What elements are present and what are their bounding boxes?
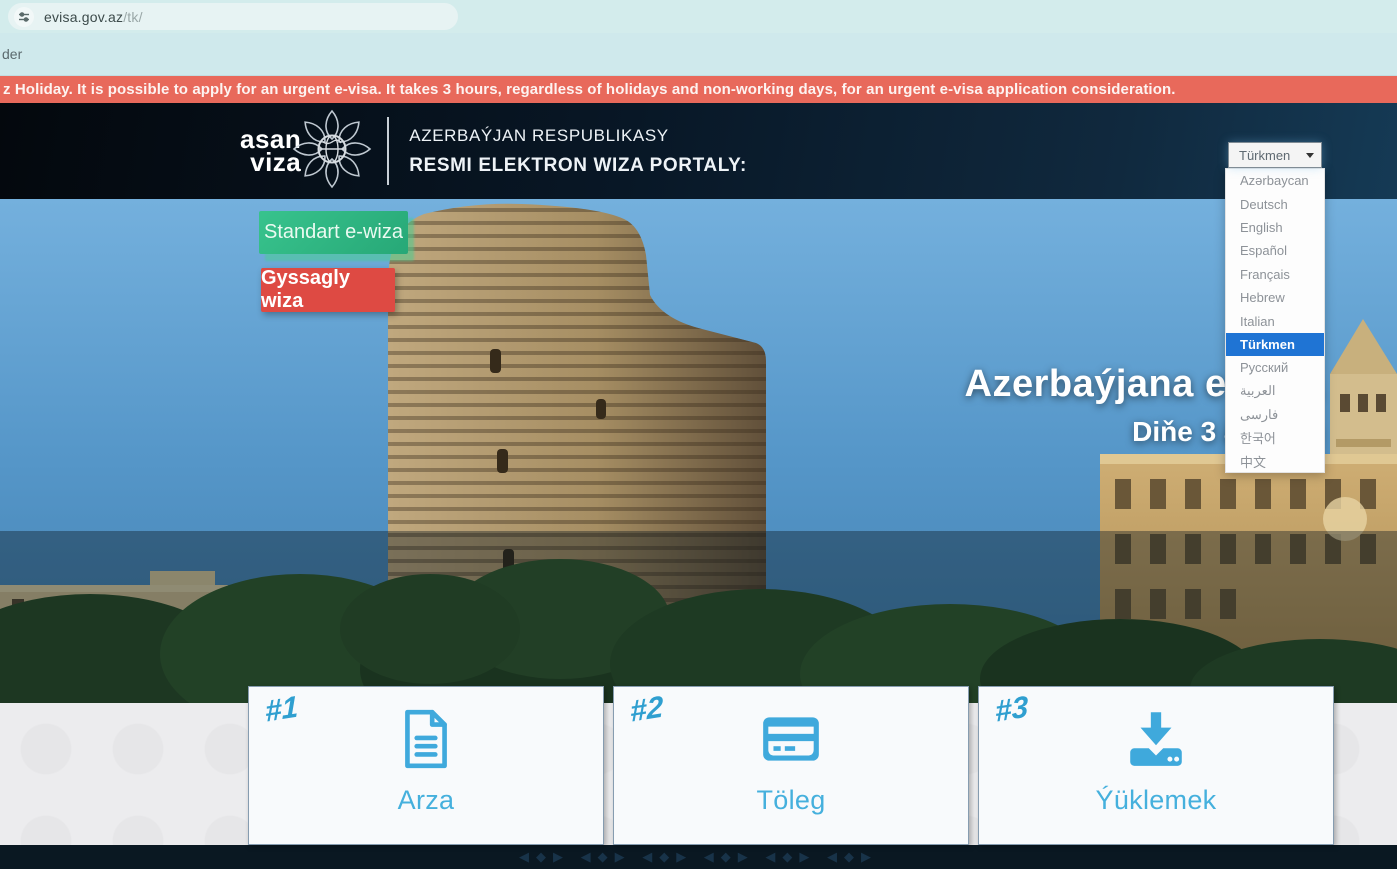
step-label: Töleg (756, 785, 825, 816)
language-option-farsi[interactable]: فارسی (1226, 403, 1324, 426)
step-number-3: #3 (995, 690, 1029, 730)
language-option-italian[interactable]: Italian (1226, 309, 1324, 332)
credit-card-icon (758, 701, 824, 777)
header-divider (387, 117, 389, 185)
footer-ornament-strip: ◀◆▶ ◀◆▶ ◀◆▶ ◀◆▶ ◀◆▶ ◀◆▶ (0, 845, 1397, 869)
asan-flower-globe-icon (291, 108, 373, 195)
secondary-bar: der (0, 33, 1397, 76)
step-number-1: #1 (265, 690, 299, 730)
language-option-korean[interactable]: 한국어 (1226, 426, 1324, 449)
language-select[interactable]: Türkmen (1228, 142, 1322, 168)
step-card-application[interactable]: #1 Arza (248, 686, 604, 845)
site-info-icon[interactable] (14, 7, 34, 27)
hero-overlay (0, 531, 1397, 703)
step-number-2: #2 (630, 690, 664, 730)
language-option-arabic[interactable]: العربية (1226, 380, 1324, 403)
language-option-hebrew[interactable]: Hebrew (1226, 286, 1324, 309)
standard-evisa-button[interactable]: Standart e-wiza (259, 211, 408, 254)
urgent-visa-banner: z Holiday. It is possible to apply for a… (0, 76, 1397, 103)
browser-address-bar: evisa.gov.az/tk/ (0, 0, 1397, 33)
partial-text: der (0, 46, 22, 62)
portal-title: RESMI ELEKTRON WIZA PORTALY: (409, 155, 747, 177)
chevron-down-icon (1306, 153, 1314, 158)
download-icon (1123, 701, 1189, 777)
language-option-espanol[interactable]: Español (1226, 239, 1324, 262)
urgent-visa-button[interactable]: Gyssagly wiza (261, 268, 395, 312)
url-path: /tk/ (123, 9, 142, 25)
language-option-turkmen-selected[interactable]: Türkmen (1226, 333, 1324, 356)
language-option-azerbaycan[interactable]: Azərbaycan (1226, 169, 1324, 192)
hero-image-maiden-tower (0, 199, 1397, 703)
url-pill[interactable]: evisa.gov.az/tk/ (8, 3, 458, 30)
language-option-chinese[interactable]: 中文 (1226, 450, 1324, 473)
language-option-russian[interactable]: Русский (1226, 356, 1324, 379)
language-option-deutsch[interactable]: Deutsch (1226, 192, 1324, 215)
step-card-payment[interactable]: #2 Töleg (613, 686, 969, 845)
portal-header: asan viza A (0, 103, 1397, 199)
language-select-value: Türkmen (1239, 148, 1290, 163)
language-dropdown-list: Azərbaycan Deutsch English Español Franç… (1225, 168, 1325, 473)
step-label: Ýüklemek (1096, 785, 1217, 816)
document-icon (393, 701, 459, 777)
language-option-english[interactable]: English (1226, 216, 1324, 239)
portal-titles: AZERBAÝJAN RESPUBLIKASY RESMI ELEKTRON W… (409, 126, 747, 177)
step-label: Arza (398, 785, 455, 816)
republic-title: AZERBAÝJAN RESPUBLIKASY (409, 126, 747, 146)
url-host: evisa.gov.az (44, 9, 123, 25)
language-option-francais[interactable]: Français (1226, 263, 1324, 286)
step-card-download[interactable]: #3 Ýüklemek (978, 686, 1334, 845)
url-text[interactable]: evisa.gov.az/tk/ (44, 9, 143, 25)
carpet-pattern: ◀◆▶ ◀◆▶ ◀◆▶ ◀◆▶ ◀◆▶ ◀◆▶ (519, 849, 878, 865)
